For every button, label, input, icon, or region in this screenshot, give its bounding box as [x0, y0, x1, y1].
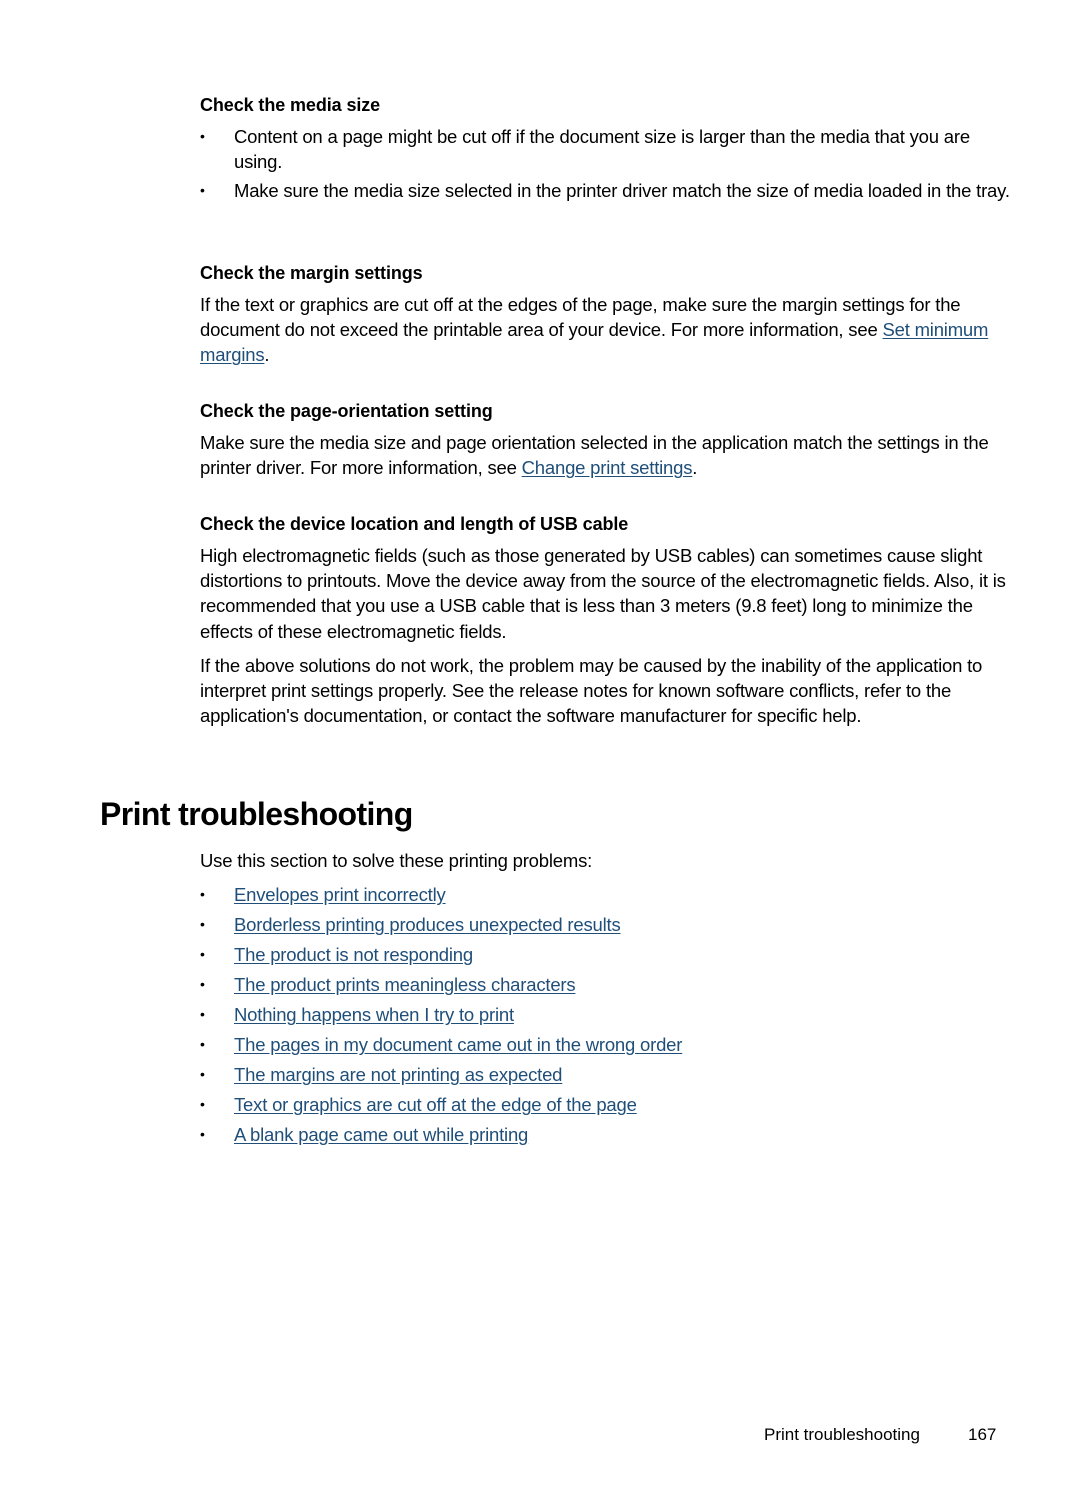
- usb-cable-paragraph: High electromagnetic fields (such as tho…: [200, 545, 1006, 642]
- link-margins-not-printing[interactable]: The margins are not printing as expected: [234, 1064, 562, 1085]
- list-item: • A blank page came out while printing: [200, 1122, 1010, 1147]
- link-borderless-printing[interactable]: Borderless printing produces unexpected …: [234, 914, 621, 935]
- page-footer: Print troubleshooting 167: [764, 1424, 996, 1446]
- link-product-not-responding[interactable]: The product is not responding: [234, 944, 473, 965]
- heading-usb-cable: Check the device location and length of …: [200, 514, 629, 534]
- page-title: Print troubleshooting: [100, 796, 413, 832]
- bullet-icon: •: [200, 946, 205, 963]
- section-margin-settings: Check the margin settings If the text or…: [200, 262, 1010, 368]
- bullet-icon: •: [200, 1006, 205, 1023]
- list-item: • Borderless printing produces unexpected…: [200, 912, 1010, 937]
- link-text-cut-off[interactable]: Text or graphics are cut off at the edge…: [234, 1094, 637, 1115]
- section-page-orientation: Check the page-orientation setting Make …: [200, 400, 1010, 480]
- bullet-icon: •: [200, 916, 205, 933]
- heading-margin-settings: Check the margin settings: [200, 263, 423, 283]
- section-media-size: Check the media size • Content on a page…: [200, 94, 1010, 204]
- link-meaningless-characters[interactable]: The product prints meaningless character…: [234, 974, 576, 995]
- link-wrong-order[interactable]: The pages in my document came out in the…: [234, 1034, 682, 1055]
- bullet-icon: •: [200, 1096, 205, 1113]
- list-item: • Text or graphics are cut off at the edg…: [200, 1092, 1010, 1117]
- heading-page-orientation: Check the page-orientation setting: [200, 401, 493, 421]
- change-print-settings-link[interactable]: Change print settings: [522, 457, 693, 478]
- list-item: • Content on a page might be cut off if …: [200, 126, 970, 173]
- bullet-icon: •: [200, 1126, 205, 1143]
- link-blank-page[interactable]: A blank page came out while printing: [234, 1124, 528, 1145]
- intro-text: Use this section to solve these printing…: [200, 850, 593, 871]
- bullet-icon: •: [200, 976, 205, 993]
- link-nothing-happens[interactable]: Nothing happens when I try to print: [234, 1004, 514, 1025]
- list-item: • The margins are not printing as expecte…: [200, 1062, 1010, 1087]
- list-item: • Nothing happens when I try to print: [200, 1002, 1010, 1027]
- list-item: • The product is not responding: [200, 942, 1010, 967]
- section-print-troubleshooting: Use this section to solve these printing…: [200, 848, 1010, 1147]
- bullet-icon: •: [200, 128, 205, 144]
- bullet-icon: •: [200, 1036, 205, 1053]
- bullet-icon: •: [200, 182, 205, 199]
- margin-settings-paragraph: If the text or graphics are cut off at t…: [200, 294, 989, 366]
- section-usb-cable: Check the device location and length of …: [200, 513, 1010, 728]
- bullet-icon: •: [200, 1066, 205, 1083]
- list-item: • The product prints meaningless characte…: [200, 972, 1010, 997]
- bullet-icon: •: [200, 886, 205, 903]
- media-size-list: • Content on a page might be cut off if …: [200, 124, 1010, 204]
- heading-media-size: Check the media size: [200, 95, 381, 115]
- additional-solutions-paragraph: If the above solutions do not work, the …: [200, 654, 983, 727]
- page-orientation-paragraph: Make sure the media size and page orient…: [200, 432, 989, 479]
- troubleshooting-links-list: • Envelopes print incorrectly • Borderless…: [200, 882, 1010, 1147]
- list-item: • Make sure the media size selected in t…: [200, 178, 1010, 203]
- list-item: • Envelopes print incorrectly: [200, 882, 1010, 907]
- page-number: 167: [968, 1425, 997, 1444]
- list-item: • The pages in my document came out in th…: [200, 1032, 1010, 1057]
- link-envelopes-print-incorrectly[interactable]: Envelopes print incorrectly: [234, 884, 446, 905]
- footer-section-title: Print troubleshooting: [764, 1425, 920, 1444]
